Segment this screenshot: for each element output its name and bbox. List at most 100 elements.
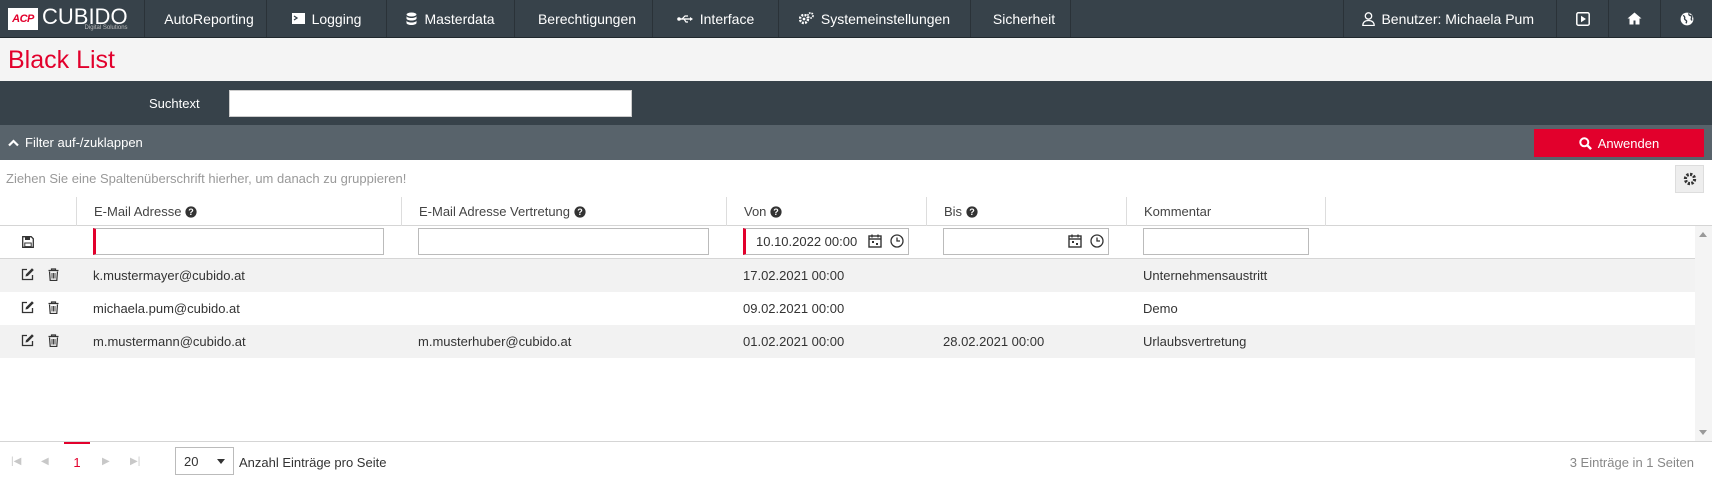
apply-label: Anwenden — [1597, 135, 1660, 151]
next-page-icon[interactable]: ▶ — [102, 456, 110, 467]
nav-label-systemeinstellungen: Systemeinstellungen — [820, 10, 951, 27]
cell-von: 01.02.2021 00:00 — [743, 334, 845, 349]
nav-label-autoreporting: AutoReporting — [164, 10, 254, 27]
column-header-kommentar[interactable]: Kommentar — [1126, 197, 1326, 226]
cell-kommentar: Demo — [1143, 301, 1178, 316]
gears-icon — [798, 12, 814, 25]
play-icon — [1575, 11, 1590, 26]
nav-label-interface: Interface — [699, 10, 755, 27]
cell-kommentar: Unternehmensaustritt — [1143, 268, 1268, 283]
cell-kommentar: Urlaubsvertretung — [1143, 334, 1247, 349]
column-header-bis[interactable]: Bis ? — [926, 197, 1126, 226]
cell-von: 09.02.2021 00:00 — [743, 301, 845, 316]
vertretung-field[interactable] — [418, 228, 709, 255]
globe-icon — [1680, 12, 1693, 25]
edit-icon[interactable] — [21, 334, 34, 347]
grid-header: E-Mail Adresse ? E-Mail Adresse Vertretu… — [0, 197, 1712, 226]
nav-label-masterdata: Masterdata — [424, 10, 495, 27]
email-field[interactable] — [93, 228, 384, 255]
clock-icon[interactable] — [890, 234, 904, 248]
column-header-email[interactable]: E-Mail Adresse ? — [76, 197, 401, 226]
apply-button[interactable]: Anwenden — [1534, 129, 1704, 157]
first-page-icon[interactable]: |◀ — [11, 456, 21, 467]
edit-icon[interactable] — [21, 268, 34, 281]
logo-mark: ACP — [8, 7, 38, 30]
group-drop-area[interactable]: Ziehen Sie eine Spaltenüberschrift hierh… — [6, 171, 406, 186]
nav-item-berechtigungen[interactable]: Berechtigungen — [514, 0, 652, 37]
von-value: 10.10.2022 00:00 — [756, 234, 858, 249]
table-row[interactable]: m.mustermann@cubido.at m.musterhuber@cub… — [0, 325, 1695, 358]
pager: |◀ ◀ 1 ▶ ▶| 20 Anzahl Einträge pro Seite… — [0, 441, 1712, 480]
nav-label-berechtigungen: Berechtigungen — [537, 10, 637, 27]
cell-email: k.mustermayer@cubido.at — [93, 268, 245, 283]
save-icon[interactable] — [22, 236, 34, 248]
calendar-icon[interactable] — [868, 234, 882, 248]
grid-settings-button[interactable] — [1675, 165, 1704, 193]
svg-text:?: ? — [774, 207, 780, 217]
page-size-select[interactable]: 20 — [175, 447, 234, 475]
scroll-up-arrow[interactable] — [1699, 232, 1707, 237]
table-row[interactable]: michaela.pum@cubido.at 09.02.2021 00:00 … — [0, 292, 1695, 325]
scroll-down-arrow[interactable] — [1699, 430, 1707, 435]
cell-bis: 28.02.2021 00:00 — [943, 334, 1045, 349]
chevron-down-icon — [217, 459, 225, 464]
filter-bar: Filter auf-/zuklappen Anwenden — [0, 125, 1712, 160]
cell-email: m.mustermann@cubido.at — [93, 334, 246, 349]
calendar-icon[interactable] — [1068, 234, 1082, 248]
bis-datetime-field[interactable] — [943, 228, 1109, 255]
vertical-scrollbar[interactable] — [1695, 226, 1712, 441]
svg-text:?: ? — [969, 207, 975, 217]
svg-text:?: ? — [189, 207, 195, 217]
delete-icon[interactable] — [48, 301, 59, 314]
von-datetime-field[interactable]: 10.10.2022 00:00 — [743, 228, 909, 255]
user-menu[interactable]: Benutzer: Michaela Pum — [1343, 0, 1556, 37]
help-icon[interactable]: ? — [574, 205, 586, 218]
logo-subtitle: Digital Solutions — [84, 25, 128, 31]
help-icon[interactable]: ? — [966, 205, 978, 218]
search-bar: Suchtext — [0, 81, 1712, 125]
current-page[interactable]: 1 — [64, 442, 90, 480]
top-navigation: ACP CUBIDO Digital Solutions AutoReporti… — [0, 0, 1712, 38]
new-entry-row: 10.10.2022 00:00 — [0, 226, 1695, 259]
pager-info: 3 Einträge in 1 Seiten — [1569, 455, 1694, 470]
title-bar: Black List — [0, 38, 1712, 81]
delete-icon[interactable] — [48, 268, 59, 281]
column-header-vertretung[interactable]: E-Mail Adresse Vertretung ? — [401, 197, 726, 226]
filter-toggle-label: Filter auf-/zuklappen — [25, 135, 143, 150]
nav-item-masterdata[interactable]: Masterdata — [386, 0, 514, 37]
filter-toggle[interactable]: Filter auf-/zuklappen — [8, 135, 143, 150]
search-icon — [1579, 136, 1592, 150]
gear-icon — [1683, 172, 1696, 186]
table-row[interactable]: k.mustermayer@cubido.at 17.02.2021 00:00… — [0, 259, 1695, 292]
delete-icon[interactable] — [48, 334, 59, 347]
column-header-von[interactable]: Von ? — [726, 197, 926, 226]
nav-item-autoreporting[interactable]: AutoReporting — [144, 0, 266, 37]
edit-icon[interactable] — [21, 301, 34, 314]
search-label: Suchtext — [149, 96, 200, 111]
last-page-icon[interactable]: ▶| — [130, 456, 140, 467]
logo[interactable]: ACP CUBIDO Digital Solutions — [0, 0, 144, 37]
nav-item-interface[interactable]: Interface — [652, 0, 778, 37]
search-input[interactable] — [229, 90, 632, 117]
help-icon[interactable]: ? — [770, 205, 783, 218]
home-button[interactable] — [1608, 0, 1660, 37]
log-icon — [291, 13, 305, 24]
nav-item-logging[interactable]: Logging — [266, 0, 386, 37]
chevron-up-icon — [8, 138, 19, 146]
page-size-label: Anzahl Einträge pro Seite — [239, 455, 387, 470]
user-icon — [1362, 11, 1376, 26]
cell-email: michaela.pum@cubido.at — [93, 301, 240, 316]
play-button[interactable] — [1556, 0, 1608, 37]
page-size-value: 20 — [184, 453, 199, 469]
nav-item-sicherheit[interactable]: Sicherheit — [970, 0, 1070, 37]
language-button[interactable] — [1660, 0, 1712, 37]
page-title: Black List — [8, 46, 115, 74]
previous-page-icon[interactable]: ◀ — [41, 456, 49, 467]
home-icon — [1627, 12, 1642, 25]
usb-icon — [676, 14, 693, 23]
nav-item-systemeinstellungen[interactable]: Systemeinstellungen — [778, 0, 970, 37]
clock-icon[interactable] — [1090, 234, 1104, 248]
cell-von: 17.02.2021 00:00 — [743, 268, 845, 283]
help-icon[interactable]: ? — [185, 205, 198, 218]
kommentar-field[interactable] — [1143, 228, 1309, 255]
